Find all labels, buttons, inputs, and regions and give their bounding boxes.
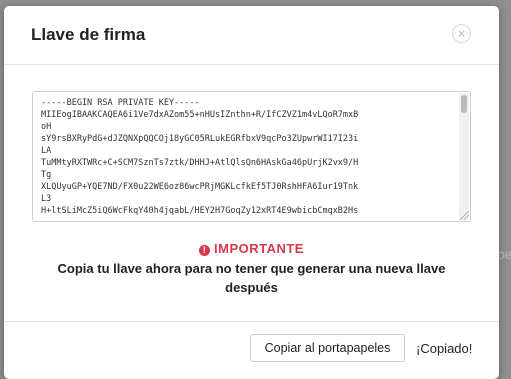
warning-message: Copia tu llave ahora para no tener que g…: [57, 261, 446, 295]
modal-header: Llave de firma ×: [4, 6, 499, 65]
private-key-textarea[interactable]: -----BEGIN RSA PRIVATE KEY----- MIIEogIB…: [32, 91, 471, 222]
modal-footer: Copiar al portapapeles ¡Copiado!: [4, 321, 499, 379]
modal-title: Llave de firma: [31, 25, 146, 44]
important-label: IMPORTANTE: [214, 241, 304, 256]
modal-body: -----BEGIN RSA PRIVATE KEY----- MIIEogIB…: [4, 65, 499, 321]
close-icon[interactable]: ×: [452, 24, 471, 43]
scrollbar-thumb[interactable]: [461, 95, 467, 113]
copied-status: ¡Copiado!: [416, 341, 473, 356]
textarea-scrollbar[interactable]: [459, 93, 469, 220]
resize-handle-icon[interactable]: [460, 211, 469, 220]
copy-to-clipboard-button[interactable]: Copiar al portapapeles: [250, 334, 405, 362]
warning-icon: !: [199, 245, 210, 256]
signing-key-modal: Llave de firma × -----BEGIN RSA PRIVATE …: [4, 6, 499, 379]
backdrop-partial-text: pe: [497, 246, 511, 262]
important-notice: ! IMPORTANTE: [4, 241, 499, 256]
private-key-text: -----BEGIN RSA PRIVATE KEY----- MIIEogIB…: [41, 98, 359, 216]
